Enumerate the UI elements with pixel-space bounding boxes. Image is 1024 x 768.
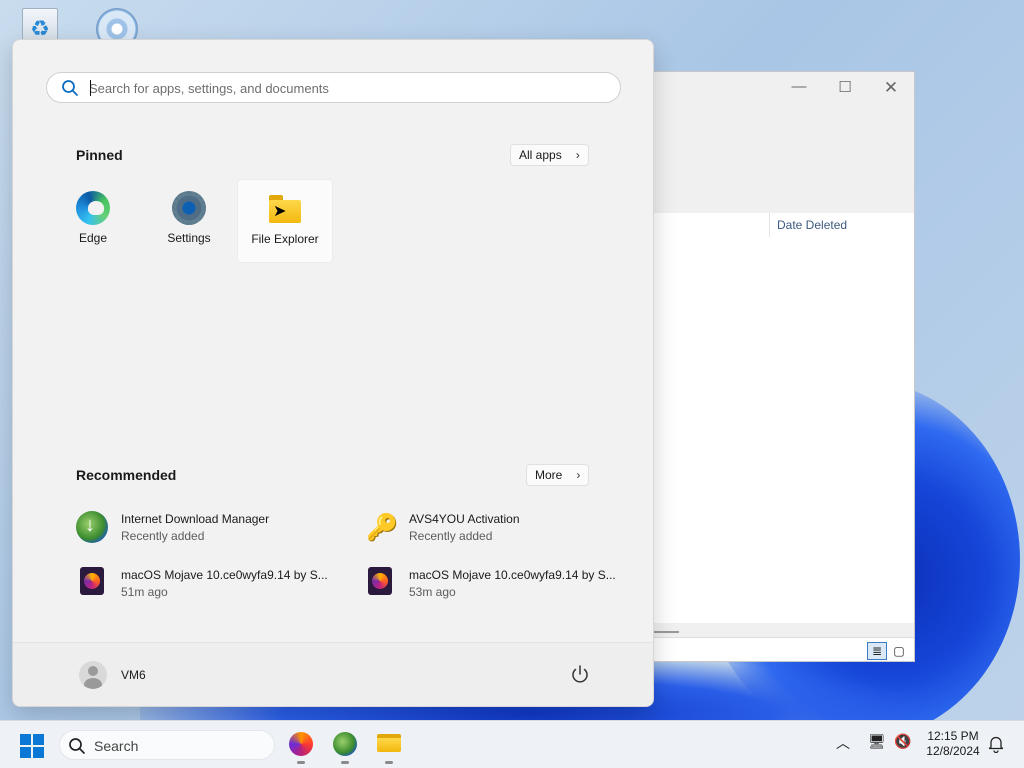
taskbar-file-explorer[interactable] — [375, 730, 403, 764]
recommended-item-name: AVS4YOU Activation — [409, 512, 520, 526]
taskbar-idm[interactable] — [331, 730, 359, 764]
close-icon[interactable]: ✕ — [876, 78, 906, 98]
start-menu-footer: VM6 — [13, 642, 653, 706]
pinned-app-label: Edge — [78, 231, 108, 245]
network-icon[interactable]: 🖥 — [868, 733, 886, 750]
notification-bell-icon[interactable] — [988, 735, 1004, 753]
recommended-item-subtitle: 51m ago — [121, 585, 168, 599]
tiles-view-icon[interactable]: ▢ — [889, 642, 909, 660]
recommended-item[interactable]: Internet Download Manager Recently added — [76, 509, 336, 545]
pinned-app-label: File Explorer — [251, 232, 319, 246]
minimize-icon[interactable]: — — [784, 78, 814, 95]
pinned-app-settings[interactable]: Settings — [141, 179, 237, 263]
more-button[interactable]: More › — [526, 464, 590, 486]
search-icon — [69, 738, 85, 754]
idm-icon — [333, 732, 357, 756]
windows-start-icon[interactable] — [20, 734, 44, 758]
maximize-icon[interactable]: ☐ — [830, 78, 860, 96]
recommended-item-name: macOS Mojave 10.ce0wyfa9.14 by S... — [409, 568, 616, 582]
mouse-cursor-icon: ➤ — [273, 203, 287, 220]
volume-muted-icon[interactable]: 🔇 — [894, 733, 911, 750]
recommended-item-name: Internet Download Manager — [121, 512, 270, 526]
column-header-date-deleted[interactable]: Date Deleted — [769, 213, 847, 237]
recommended-item[interactable]: macOS Mojave 10.ce0wyfa9.14 by S... 51m … — [76, 565, 336, 601]
edge-icon — [76, 191, 110, 225]
start-search-box[interactable] — [46, 72, 621, 103]
keys-icon — [364, 511, 398, 543]
gear-icon — [172, 191, 206, 225]
system-clock[interactable]: 12:15 PM 12/8/2024 — [922, 729, 984, 759]
firefox-file-icon — [80, 567, 104, 595]
recommended-item[interactable]: macOS Mojave 10.ce0wyfa9.14 by S... 53m … — [364, 565, 624, 601]
taskbar-firefox[interactable] — [287, 730, 315, 764]
idm-icon — [76, 511, 108, 543]
search-input[interactable] — [89, 78, 599, 98]
file-explorer-icon — [377, 734, 401, 752]
recommended-heading: Recommended — [76, 467, 177, 483]
show-hidden-icons-chevron-icon[interactable]: ︿ — [836, 733, 850, 753]
all-apps-label: All apps — [519, 148, 562, 162]
recommended-item-subtitle: Recently added — [121, 529, 205, 543]
recommended-item-name: macOS Mojave 10.ce0wyfa9.14 by S... — [121, 568, 328, 582]
folder-icon: ➤ — [268, 192, 302, 226]
pinned-heading: Pinned — [76, 147, 123, 163]
text-caret — [90, 80, 91, 96]
clock-time: 12:15 PM — [927, 729, 979, 743]
firefox-icon — [289, 732, 313, 756]
all-apps-button[interactable]: All apps › — [510, 144, 589, 166]
firefox-file-icon — [368, 567, 392, 595]
pinned-app-edge[interactable]: Edge — [45, 179, 141, 263]
pinned-app-file-explorer[interactable]: ➤ File Explorer — [237, 179, 333, 263]
taskbar: Search ︿ 🖥 🔇 12:15 PM 12/8/2024 — [0, 720, 1024, 768]
start-menu: Pinned All apps › Edge Settings ➤ File E… — [12, 39, 654, 707]
user-name[interactable]: VM6 — [121, 668, 146, 682]
taskbar-search-box[interactable]: Search — [59, 730, 275, 760]
recommended-item-subtitle: Recently added — [409, 529, 493, 543]
avatar[interactable] — [79, 661, 107, 689]
pinned-app-label: Settings — [167, 231, 211, 245]
chevron-right-icon: › — [575, 148, 580, 162]
recommended-item-subtitle: 53m ago — [409, 585, 456, 599]
search-icon — [62, 80, 78, 96]
chevron-right-icon: › — [576, 468, 581, 482]
power-icon[interactable] — [568, 663, 592, 687]
taskbar-search-label: Search — [94, 738, 139, 754]
more-label: More — [535, 468, 563, 482]
clock-date: 12/8/2024 — [926, 744, 980, 758]
recommended-item[interactable]: AVS4YOU Activation Recently added — [364, 509, 624, 545]
details-view-icon[interactable]: ≣ — [867, 642, 887, 660]
